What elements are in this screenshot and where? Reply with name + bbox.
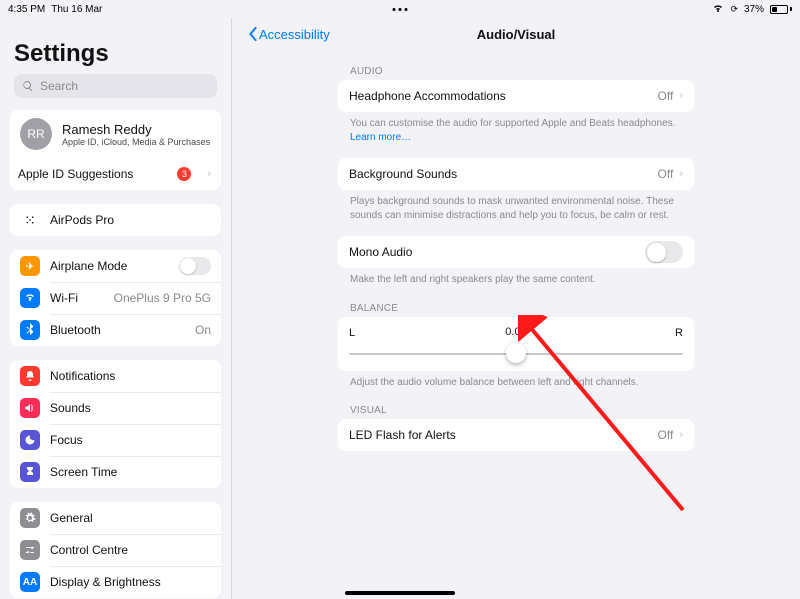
chevron-right-icon: › — [679, 429, 683, 441]
orientation-lock-icon: ⟳ — [730, 4, 738, 15]
airplane-toggle[interactable] — [179, 257, 211, 275]
sidebar-item-wifi[interactable]: Wi-Fi OnePlus 9 Pro 5G — [10, 282, 221, 314]
apple-id-suggestions-row[interactable]: Apple ID Suggestions 3 › — [10, 158, 221, 190]
battery-icon — [770, 5, 792, 14]
mono-audio-help: Make the left and right speakers play th… — [350, 273, 682, 287]
balance-section-label: BALANCE — [350, 303, 694, 314]
balance-help: Adjust the audio volume balance between … — [350, 376, 682, 390]
home-indicator[interactable] — [345, 591, 455, 595]
balance-value: 0.00 — [505, 326, 526, 338]
multitask-icon[interactable] — [393, 8, 408, 11]
learn-more-link[interactable]: Learn more… — [350, 132, 411, 143]
led-flash-row[interactable]: LED Flash for Alerts Off › — [338, 419, 694, 451]
background-sounds-row[interactable]: Background Sounds Off › — [338, 158, 694, 190]
detail-panel: Accessibility Audio/Visual AUDIO Headpho… — [232, 18, 800, 599]
search-icon — [22, 80, 34, 92]
mono-audio-toggle[interactable] — [645, 241, 683, 263]
back-button[interactable]: Accessibility — [232, 27, 330, 42]
settings-sidebar: Settings Search RR Ramesh Reddy Apple ID… — [0, 18, 231, 599]
speaker-icon — [20, 398, 40, 418]
bell-icon — [20, 366, 40, 386]
balance-card: L 0.00 R — [338, 317, 694, 371]
chevron-right-icon: › — [679, 90, 683, 102]
profile-name: Ramesh Reddy — [62, 122, 210, 137]
profile-sub: Apple ID, iCloud, Media & Purchases — [62, 137, 210, 147]
page-title: Settings — [14, 40, 217, 68]
detail-title: Audio/Visual — [477, 27, 556, 42]
wifi-settings-icon — [20, 288, 40, 308]
sidebar-item-sounds[interactable]: Sounds — [10, 392, 221, 424]
chevron-right-icon: › — [679, 168, 683, 180]
moon-icon — [20, 430, 40, 450]
sidebar-item-controlcentre[interactable]: Control Centre — [10, 534, 221, 566]
background-sounds-help: Plays background sounds to mask unwanted… — [350, 195, 682, 222]
slider-thumb[interactable] — [506, 343, 526, 363]
hourglass-icon — [20, 462, 40, 482]
battery-pct: 37% — [744, 4, 764, 15]
search-input[interactable]: Search — [14, 74, 217, 98]
headphone-accommodations-row[interactable]: Headphone Accommodations Off › — [338, 80, 694, 112]
chevron-right-icon: › — [207, 168, 211, 180]
suggestions-badge: 3 — [177, 167, 191, 181]
bluetooth-icon — [20, 320, 40, 340]
detail-header: Accessibility Audio/Visual — [232, 18, 800, 50]
mono-audio-row: Mono Audio — [338, 236, 694, 268]
text-size-icon: AA — [20, 572, 40, 592]
airplane-icon: ✈ — [20, 256, 40, 276]
visual-section-label: VISUAL — [350, 405, 694, 416]
sidebar-item-airplane[interactable]: ✈ Airplane Mode — [10, 250, 221, 282]
suggestions-label: Apple ID Suggestions — [18, 167, 167, 181]
balance-right-label: R — [675, 327, 683, 339]
headphone-help: You can customise the audio for supporte… — [350, 117, 682, 144]
status-time: 4:35 PM — [8, 4, 45, 15]
sidebar-item-display[interactable]: AA Display & Brightness — [10, 566, 221, 598]
sidebar-item-airpods[interactable]: ⁙ AirPods Pro — [10, 204, 221, 236]
sidebar-item-general[interactable]: General — [10, 502, 221, 534]
balance-left-label: L — [349, 327, 355, 339]
status-bar: 4:35 PM Thu 16 Mar ⟳ 37% — [0, 0, 800, 18]
gear-icon — [20, 508, 40, 528]
sidebar-item-focus[interactable]: Focus — [10, 424, 221, 456]
search-placeholder: Search — [40, 79, 78, 93]
status-date: Thu 16 Mar — [51, 4, 102, 15]
sidebar-item-bluetooth[interactable]: Bluetooth On — [10, 314, 221, 346]
wifi-icon — [712, 3, 724, 16]
balance-slider[interactable] — [349, 349, 683, 359]
sidebar-item-screentime[interactable]: Screen Time — [10, 456, 221, 488]
avatar: RR — [20, 118, 52, 150]
apple-id-row[interactable]: RR Ramesh Reddy Apple ID, iCloud, Media … — [10, 110, 221, 158]
sliders-icon — [20, 540, 40, 560]
audio-section-label: AUDIO — [350, 66, 694, 77]
sidebar-item-notifications[interactable]: Notifications — [10, 360, 221, 392]
airpods-icon: ⁙ — [20, 210, 40, 230]
chevron-left-icon — [248, 27, 258, 41]
